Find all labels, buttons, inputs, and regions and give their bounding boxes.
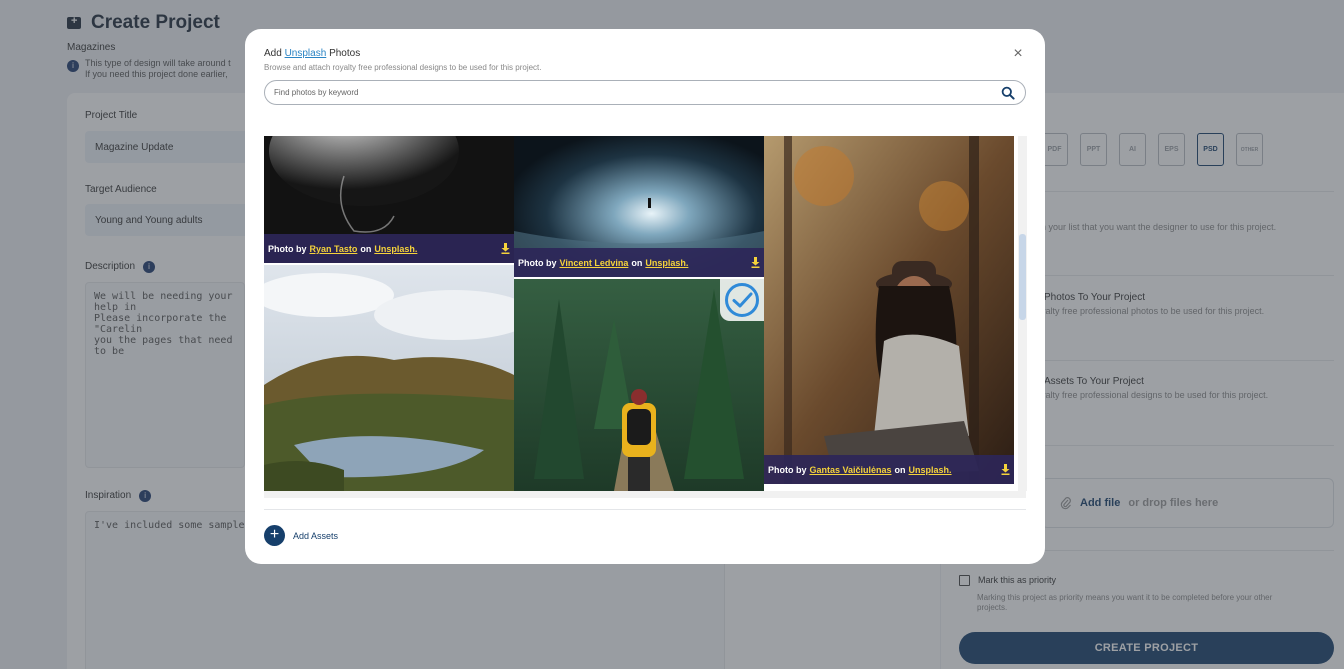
download-icon[interactable]: [751, 257, 760, 268]
download-icon[interactable]: [501, 243, 510, 254]
photo-tile-selected[interactable]: [514, 279, 764, 491]
photo-image: [264, 265, 514, 491]
download-icon[interactable]: [1001, 464, 1010, 475]
photo-tile[interactable]: [264, 265, 514, 491]
check-circle-icon: [725, 283, 759, 317]
unsplash-link[interactable]: Unsplash.: [374, 244, 417, 254]
photo-tile[interactable]: Photo by Gantas Vaičiulėnas on Unsplash.: [764, 136, 1014, 484]
photo-gallery: Photo by Ryan Tasto on Unsplash. Photo b…: [264, 136, 1014, 491]
gallery-vertical-scrollbar[interactable]: [1018, 136, 1027, 491]
modal-subtitle: Browse and attach royalty free professio…: [264, 63, 542, 72]
photographer-link[interactable]: Vincent Ledvina: [560, 258, 629, 268]
photographer-link[interactable]: Ryan Tasto: [310, 244, 358, 254]
unsplash-link[interactable]: Unsplash.: [645, 258, 688, 268]
photo-search-input[interactable]: [274, 88, 974, 97]
photo-credit: Photo by Vincent Ledvina on Unsplash.: [514, 248, 764, 277]
plus-icon: +: [264, 525, 285, 546]
add-assets-button[interactable]: + Add Assets: [264, 525, 338, 546]
search-icon[interactable]: [1001, 86, 1015, 100]
scrollbar-thumb[interactable]: [1019, 234, 1026, 320]
photographer-link[interactable]: Gantas Vaičiulėnas: [810, 465, 892, 475]
photo-image: [764, 136, 1014, 484]
add-assets-label: Add Assets: [293, 530, 339, 541]
photo-tile[interactable]: Photo by Ryan Tasto on Unsplash.: [264, 136, 514, 263]
modal-title: Add Unsplash Photos: [264, 48, 361, 59]
unsplash-photos-modal: Add Unsplash Photos Browse and attach ro…: [245, 29, 1045, 564]
divider: [264, 509, 1026, 510]
photo-credit: Photo by Ryan Tasto on Unsplash.: [264, 234, 514, 263]
unsplash-link[interactable]: Unsplash.: [909, 465, 952, 475]
photo-tile[interactable]: Photo by Vincent Ledvina on Unsplash.: [514, 136, 764, 277]
gallery-horizontal-scrollbar[interactable]: [264, 491, 1026, 498]
photo-credit: Photo by Gantas Vaičiulėnas on Unsplash.: [764, 455, 1014, 484]
selected-check-badge: [720, 279, 764, 321]
unsplash-link[interactable]: Unsplash: [285, 48, 327, 59]
close-icon[interactable]: ×: [1011, 46, 1025, 62]
photo-search: [264, 80, 1026, 105]
